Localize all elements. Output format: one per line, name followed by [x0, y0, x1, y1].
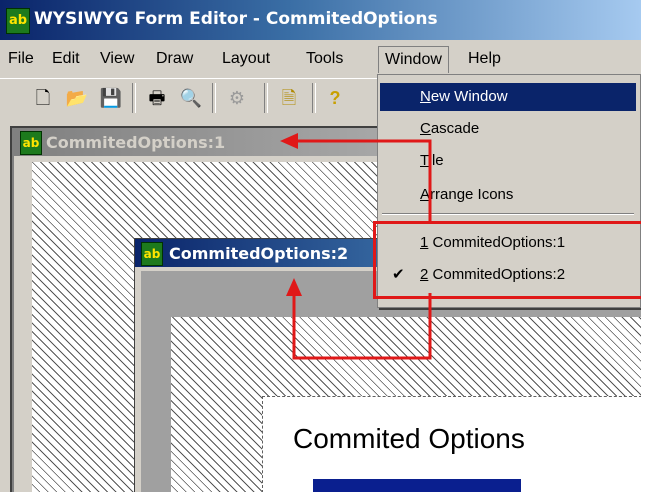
page-edge-bottom	[0, 492, 652, 498]
arrow-to-window-2	[292, 292, 432, 360]
arrowhead-2	[286, 278, 302, 296]
arrow-to-window-1	[296, 139, 432, 221]
annotation-arrows	[280, 133, 432, 360]
arrowhead-1	[280, 133, 298, 149]
page-edge-right	[641, 0, 652, 498]
